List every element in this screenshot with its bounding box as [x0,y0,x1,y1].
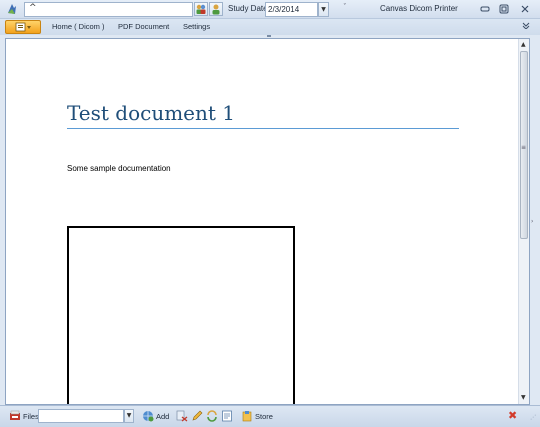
delete-file-button[interactable] [176,410,188,422]
minimize-icon [480,6,490,12]
close-panel-icon[interactable]: ✖ [508,409,517,422]
title-underline [67,128,459,129]
close-window-button[interactable] [519,3,531,15]
maximize-icon [499,4,509,14]
patient-button[interactable] [209,2,223,16]
scroll-down-arrow-icon[interactable]: ▼ [521,394,526,401]
panel-splitter-icon[interactable]: › [531,218,533,225]
ribbon-expand-button[interactable] [522,21,530,31]
study-date-input[interactable]: 2/3/2014 [265,2,318,17]
search-value: ^ [29,3,37,13]
app-logo-icon[interactable] [6,3,18,15]
files-label: Files [23,411,39,421]
add-globe-icon [143,411,154,422]
ribbon-tab-bar: Home ( Dicom ) PDF Document Settings [0,19,540,35]
document-viewer[interactable]: Test document 1 Some sample documentatio… [5,38,530,405]
document-list-icon [222,410,232,422]
refresh-button[interactable] [206,410,218,422]
thumb-grip-icon: ≡ [521,144,527,151]
window-title: Canvas Dicom Printer [380,4,458,13]
store-label: Store [255,411,273,421]
tab-pdf-document[interactable]: PDF Document [118,22,169,31]
search-input[interactable]: ^ [24,2,193,17]
add-label: Add [156,411,170,421]
delete-document-icon [176,410,188,422]
tab-settings[interactable]: Settings [183,22,210,31]
patient-icon [212,4,220,15]
title-bar: ^ Study Date 2/3/2014 ▼ ˇ Canvas Dicom P… [0,0,540,19]
edit-button[interactable] [191,410,203,422]
document-page: Test document 1 Some sample documentatio… [6,39,518,404]
application-menu-button[interactable] [5,20,41,34]
minimize-button[interactable] [479,3,491,15]
close-icon [521,5,529,13]
files-dropdown[interactable]: ▼ [124,409,134,423]
properties-button[interactable] [221,410,233,422]
files-select[interactable] [38,409,124,423]
files-group: Files [9,410,39,422]
resize-grip-icon[interactable]: ⋰ [530,414,536,421]
study-date-dropdown[interactable]: ▼ [318,2,329,17]
pencil-icon [192,410,203,421]
files-icon [10,410,20,420]
document-title: Test document 1 [67,101,236,125]
chevron-down-icon [522,22,530,30]
patients-icon [196,4,206,14]
application-menu-icon [15,22,31,32]
store-button[interactable]: Store [241,410,273,422]
patients-button[interactable] [194,2,208,16]
refresh-icon [207,410,217,422]
maximize-button[interactable] [498,3,510,15]
store-icon [242,411,252,422]
quick-access-customize[interactable]: ˇ [343,3,347,11]
add-button[interactable]: Add [142,410,169,422]
tab-home-dicom[interactable]: Home ( Dicom ) [52,22,105,31]
document-body-text: Some sample documentation [67,164,171,173]
splitter-grip[interactable] [267,35,271,37]
study-date-label: Study Date [228,4,268,13]
bottom-toolbar: Files ▼ Add Store ✖ [0,405,540,427]
scroll-up-arrow-icon[interactable]: ▲ [521,41,526,48]
vertical-scrollbar[interactable]: ▲ ▼ [518,39,529,404]
document-rectangle [67,226,295,404]
